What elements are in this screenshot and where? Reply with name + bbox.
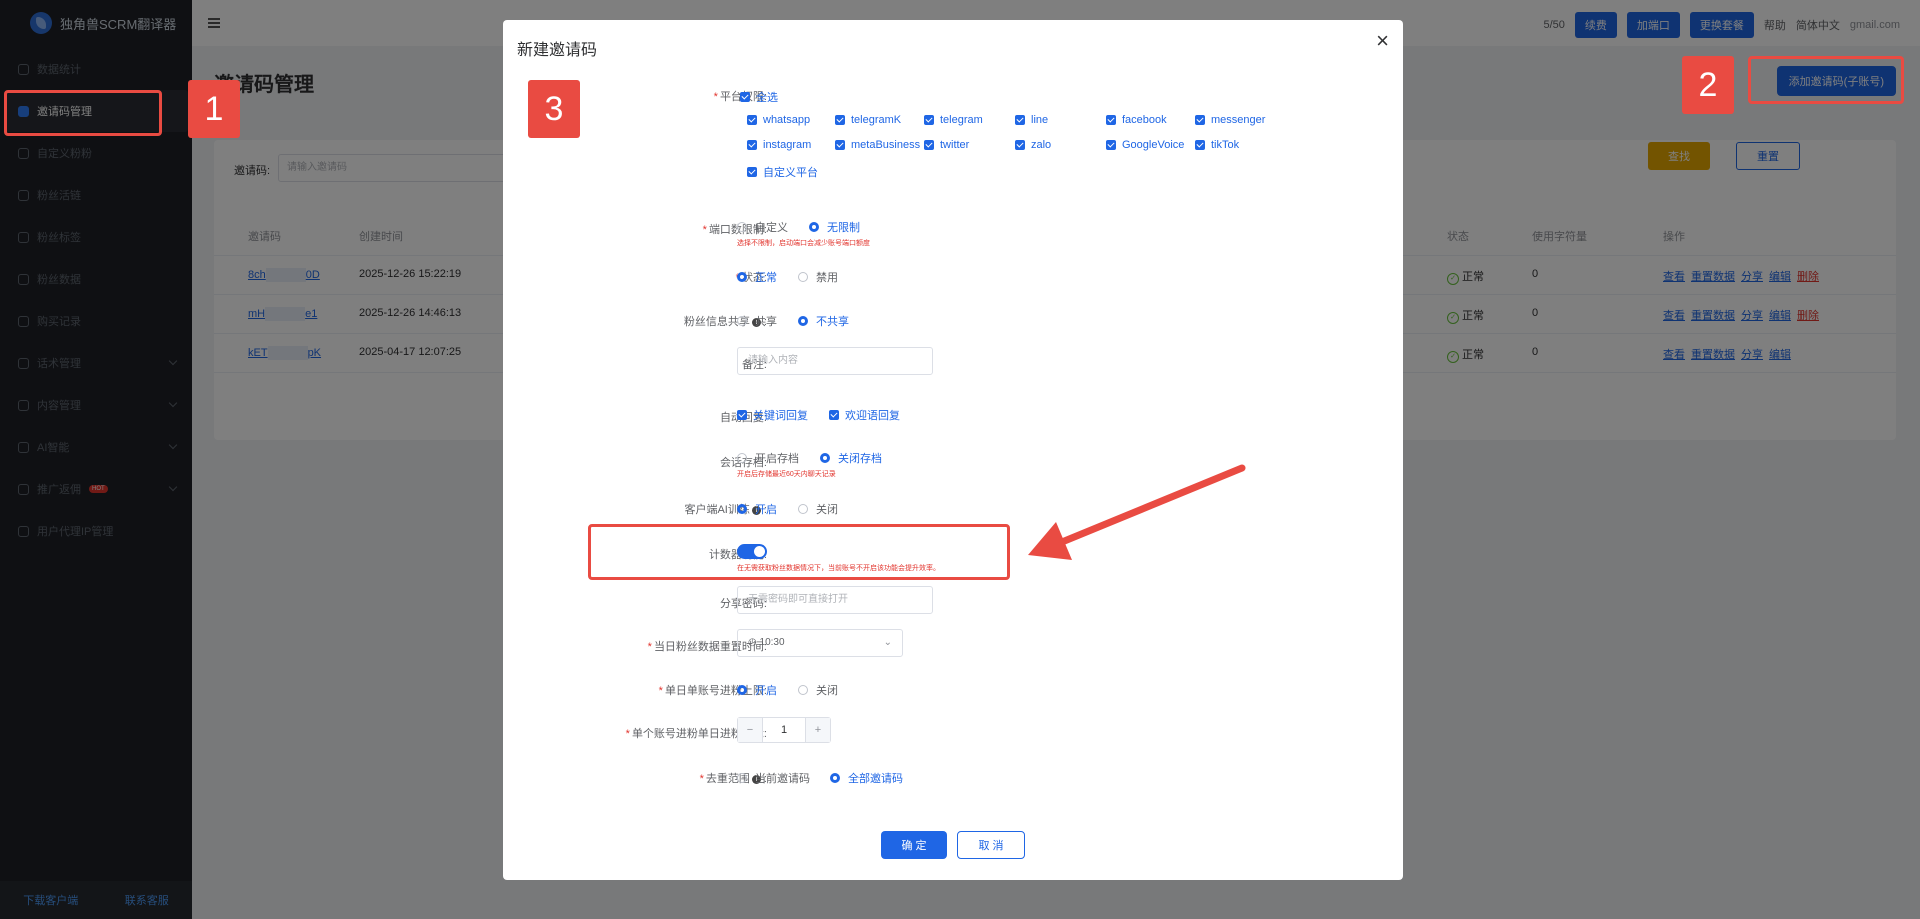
archive-hint: 开启后存储最近60天内聊天记录	[737, 471, 836, 478]
annotation-box-2	[1748, 56, 1904, 104]
keyword-reply-checkbox[interactable]: 关键词回复	[737, 407, 808, 423]
platform-checkbox-facebook[interactable]: facebook	[1106, 114, 1167, 126]
archive-on-radio[interactable]: 开启存档	[737, 450, 799, 466]
platform-checkbox-telegramk[interactable]: telegramK	[835, 114, 901, 126]
port-limit-custom-radio[interactable]: 自定义	[737, 219, 788, 235]
platform-checkbox-zalo[interactable]: zalo	[1015, 139, 1051, 151]
platform-checkbox-messenger[interactable]: messenger	[1195, 114, 1265, 126]
new-invite-code-dialog: 新建邀请码 × *平台权限: 全选 whatsapp telegramK tel…	[503, 20, 1403, 880]
share-password-input[interactable]: 无需密码即可直接打开	[737, 586, 933, 614]
confirm-button[interactable]: 确 定	[881, 831, 947, 859]
close-icon[interactable]: ×	[1376, 30, 1389, 52]
dedup-all-radio[interactable]: 全部邀请码	[830, 770, 903, 786]
platform-checkbox-instagram[interactable]: instagram	[747, 139, 811, 151]
annotation-number-1: 1	[188, 80, 240, 138]
archive-off-radio[interactable]: 关闭存档	[820, 450, 882, 466]
chevron-down-icon: ⌄	[883, 637, 892, 648]
platform-checkbox-tiktok[interactable]: tikTok	[1195, 139, 1239, 151]
dedup-current-radio[interactable]: 当前邀请码	[737, 770, 810, 786]
platform-checkbox-custom[interactable]: 自定义平台	[747, 164, 818, 180]
ai-train-on-radio[interactable]: 开启	[737, 501, 777, 517]
annotation-box-counter	[588, 524, 1010, 580]
platform-checkbox-line[interactable]: line	[1015, 114, 1048, 126]
ai-train-off-radio[interactable]: 关闭	[798, 501, 838, 517]
platform-checkbox-twitter[interactable]: twitter	[924, 139, 969, 151]
increment-button[interactable]: +	[806, 718, 830, 742]
platform-checkbox-whatsapp[interactable]: whatsapp	[747, 114, 810, 126]
cancel-button[interactable]: 取 消	[957, 831, 1025, 859]
platform-checkbox-googlevoice[interactable]: GoogleVoice	[1106, 139, 1184, 151]
annotation-box-1	[4, 90, 162, 136]
remark-input[interactable]: 请输入内容	[737, 347, 933, 375]
welcome-reply-checkbox[interactable]: 欢迎语回复	[829, 407, 900, 423]
daily-limit-off-radio[interactable]: 关闭	[798, 682, 838, 698]
daily-limit-on-radio[interactable]: 开启	[737, 682, 777, 698]
port-limit-hint: 选择不限制，启动端口会减少账号端口额度	[737, 240, 870, 247]
select-all-checkbox[interactable]: 全选	[740, 89, 778, 105]
platform-checkbox-metabusiness[interactable]: metaBusiness	[835, 139, 920, 151]
annotation-arrow	[1028, 464, 1246, 560]
reset-time-picker[interactable]: ◷ 10:30 ⌄	[737, 629, 903, 657]
status-normal-radio[interactable]: 正常	[737, 269, 777, 285]
daily-target-value[interactable]: 1	[762, 718, 806, 742]
status-disabled-radio[interactable]: 禁用	[798, 269, 838, 285]
port-limit-unlimited-radio[interactable]: 无限制	[809, 219, 860, 235]
annotation-number-2: 2	[1682, 56, 1734, 114]
platform-checkbox-telegram[interactable]: telegram	[924, 114, 983, 126]
share-info-shared-radio[interactable]: 共享	[737, 313, 777, 329]
daily-target-stepper: − 1 +	[737, 717, 831, 743]
decrement-button[interactable]: −	[738, 718, 762, 742]
clock-icon: ◷	[748, 637, 760, 648]
share-info-not-shared-radio[interactable]: 不共享	[798, 313, 849, 329]
dialog-title: 新建邀请码	[517, 42, 598, 59]
annotation-number-3: 3	[528, 80, 580, 138]
